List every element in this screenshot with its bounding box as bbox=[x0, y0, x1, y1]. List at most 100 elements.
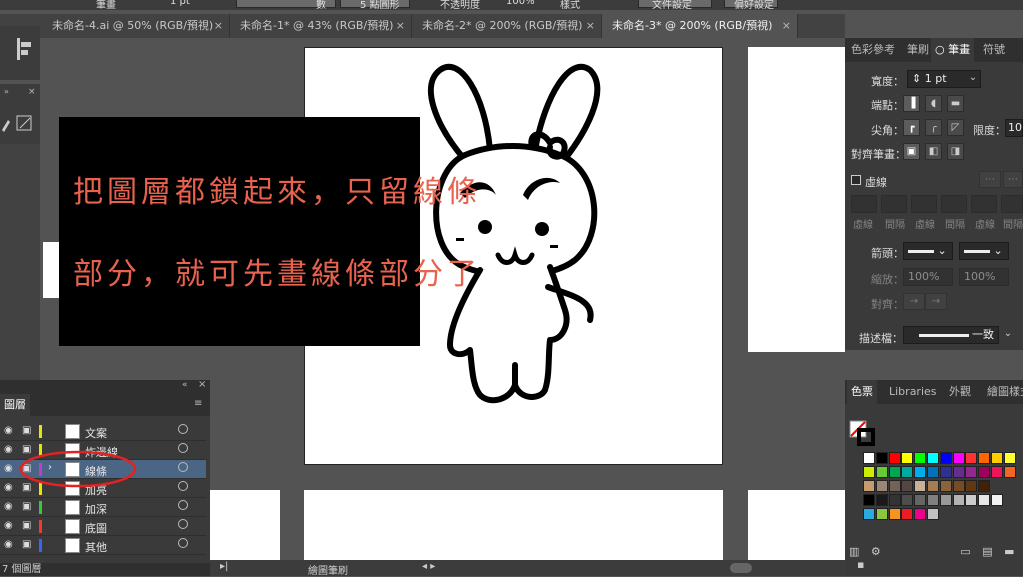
chevron-down-icon[interactable]: ⌄ bbox=[965, 70, 981, 87]
artboard-left[interactable] bbox=[43, 242, 59, 298]
color-swatch[interactable] bbox=[901, 452, 914, 464]
color-swatch[interactable] bbox=[927, 452, 939, 464]
pencil-icon[interactable] bbox=[2, 120, 10, 132]
color-swatch[interactable] bbox=[927, 480, 939, 492]
collapse-icon[interactable]: » bbox=[4, 87, 9, 96]
color-swatch[interactable] bbox=[875, 452, 888, 464]
color-swatch[interactable] bbox=[863, 480, 875, 492]
round-cap-icon[interactable]: ◖ bbox=[925, 95, 942, 112]
color-swatch[interactable] bbox=[1003, 452, 1016, 464]
color-swatch[interactable] bbox=[965, 494, 978, 506]
tab-stroke[interactable]: ○ 筆畫 bbox=[931, 38, 975, 62]
new-swatch-icon[interactable]: ▪ bbox=[857, 558, 864, 571]
color-swatch[interactable] bbox=[978, 494, 991, 506]
swatch-options-icon[interactable]: ▤ bbox=[982, 545, 992, 558]
tab-graphic-styles[interactable]: 繪圖樣式 bbox=[983, 380, 1023, 404]
artboard-right[interactable] bbox=[748, 47, 845, 352]
tab-libraries[interactable]: Libraries bbox=[885, 380, 941, 404]
color-swatch[interactable] bbox=[939, 494, 952, 506]
color-swatch[interactable] bbox=[901, 494, 914, 506]
round-join-icon[interactable]: ╭ bbox=[925, 119, 942, 136]
color-swatch[interactable] bbox=[875, 466, 888, 478]
target-icon[interactable] bbox=[178, 424, 188, 434]
new-group-icon[interactable]: ▭ bbox=[960, 545, 970, 558]
projecting-cap-icon[interactable]: ▬ bbox=[947, 95, 964, 112]
tab-brushes[interactable]: 筆刷 bbox=[903, 38, 933, 62]
target-icon[interactable] bbox=[178, 481, 188, 491]
align-center-icon[interactable]: ▣ bbox=[903, 143, 920, 160]
color-swatch[interactable] bbox=[914, 452, 927, 464]
color-swatch[interactable] bbox=[875, 480, 888, 492]
color-swatch[interactable] bbox=[939, 480, 952, 492]
edit-icon[interactable] bbox=[16, 115, 32, 131]
target-icon[interactable] bbox=[178, 500, 188, 510]
dash-field[interactable] bbox=[851, 195, 877, 213]
target-icon[interactable] bbox=[178, 443, 188, 453]
width-profile-dropdown[interactable]: 一致 bbox=[903, 326, 999, 344]
chevron-down-icon[interactable]: ⌄ bbox=[999, 326, 1017, 344]
tab-swatches[interactable]: 色票 bbox=[847, 380, 877, 404]
color-swatch[interactable] bbox=[939, 466, 952, 478]
color-swatch[interactable] bbox=[863, 508, 875, 520]
gap-field[interactable] bbox=[1001, 195, 1023, 213]
arrow-tip-place-icon[interactable]: → bbox=[925, 293, 947, 310]
layer-row[interactable]: ◉ ▣ 加深 bbox=[0, 498, 206, 517]
color-swatch[interactable] bbox=[914, 494, 927, 506]
artboard-bottom[interactable] bbox=[304, 490, 723, 560]
color-swatch[interactable] bbox=[1003, 466, 1016, 478]
tab-doc-4[interactable]: 未命名-4.ai @ 50% (RGB/預視) × bbox=[42, 14, 230, 38]
color-swatch[interactable] bbox=[863, 452, 875, 464]
tab-symbols[interactable]: 符號 bbox=[979, 38, 1009, 62]
layer-row[interactable]: ◉ ▣ 其他 bbox=[0, 536, 206, 555]
color-swatch[interactable] bbox=[875, 494, 888, 506]
color-swatch[interactable] bbox=[914, 480, 927, 492]
start-arrow-dropdown[interactable]: ⌄ bbox=[903, 242, 953, 260]
fill-stroke-indicator[interactable] bbox=[849, 420, 877, 448]
color-swatch[interactable] bbox=[901, 508, 914, 520]
color-swatch[interactable] bbox=[863, 494, 875, 506]
color-swatch[interactable] bbox=[927, 466, 939, 478]
color-swatch[interactable] bbox=[952, 452, 965, 464]
status-arrow-icon[interactable]: ◂ ▸ bbox=[422, 561, 435, 572]
color-swatch[interactable] bbox=[978, 480, 991, 492]
lock-icon[interactable]: ▣ bbox=[22, 501, 31, 512]
color-swatch[interactable] bbox=[952, 494, 965, 506]
dash-field[interactable] bbox=[971, 195, 997, 213]
layer-row[interactable]: ◉ ▣ 底圖 bbox=[0, 517, 206, 536]
color-swatch[interactable] bbox=[965, 466, 978, 478]
artboard-nav-icon[interactable]: ▸| bbox=[220, 561, 228, 572]
align-left-icon[interactable] bbox=[0, 26, 40, 80]
color-swatch[interactable] bbox=[939, 452, 952, 464]
lock-icon[interactable]: ▣ bbox=[22, 520, 31, 531]
scroll-thumb[interactable] bbox=[730, 563, 752, 573]
dash-align-icon[interactable]: ⋯ bbox=[1003, 171, 1023, 188]
color-swatch[interactable] bbox=[978, 452, 991, 464]
end-scale-input[interactable]: 100% bbox=[959, 268, 1009, 286]
target-icon[interactable] bbox=[178, 538, 188, 548]
color-swatch[interactable] bbox=[991, 466, 1003, 478]
close-icon[interactable]: × bbox=[586, 14, 595, 38]
panel-menu-icon[interactable]: ≡ bbox=[194, 398, 202, 409]
kind-menu-icon[interactable]: ⚙ bbox=[871, 545, 881, 558]
lock-icon[interactable]: ▣ bbox=[22, 425, 31, 436]
tab-doc-1[interactable]: 未命名-1* @ 43% (RGB/預視) × bbox=[230, 14, 412, 38]
miter-join-icon[interactable]: ┏ bbox=[903, 119, 920, 136]
close-panel-icon[interactable]: × bbox=[198, 379, 206, 390]
dash-field[interactable] bbox=[911, 195, 937, 213]
color-swatch[interactable] bbox=[952, 466, 965, 478]
weight-stepper-icon[interactable]: ⇕ bbox=[912, 72, 921, 85]
color-swatch[interactable] bbox=[965, 452, 978, 464]
eye-icon[interactable]: ◉ bbox=[4, 520, 13, 531]
opacity-value[interactable]: 100% bbox=[506, 0, 535, 8]
color-swatch[interactable] bbox=[875, 508, 888, 520]
arrow-tip-extend-icon[interactable]: → bbox=[903, 293, 925, 310]
stroke-weight[interactable]: 1 pt bbox=[170, 0, 190, 8]
color-swatch[interactable] bbox=[863, 466, 875, 478]
dash-preserve-icon[interactable]: ⋯ bbox=[979, 171, 1001, 188]
collapse-icon[interactable]: « bbox=[182, 380, 188, 390]
align-outside-icon[interactable]: ◨ bbox=[947, 143, 964, 160]
tab-color-guide[interactable]: 色彩參考 bbox=[847, 38, 899, 62]
start-scale-input[interactable]: 100% bbox=[903, 268, 953, 286]
tab-layers[interactable]: 圖層 bbox=[0, 394, 30, 416]
tab-doc-3[interactable]: 未命名-3* @ 200% (RGB/預視) × bbox=[602, 14, 798, 38]
